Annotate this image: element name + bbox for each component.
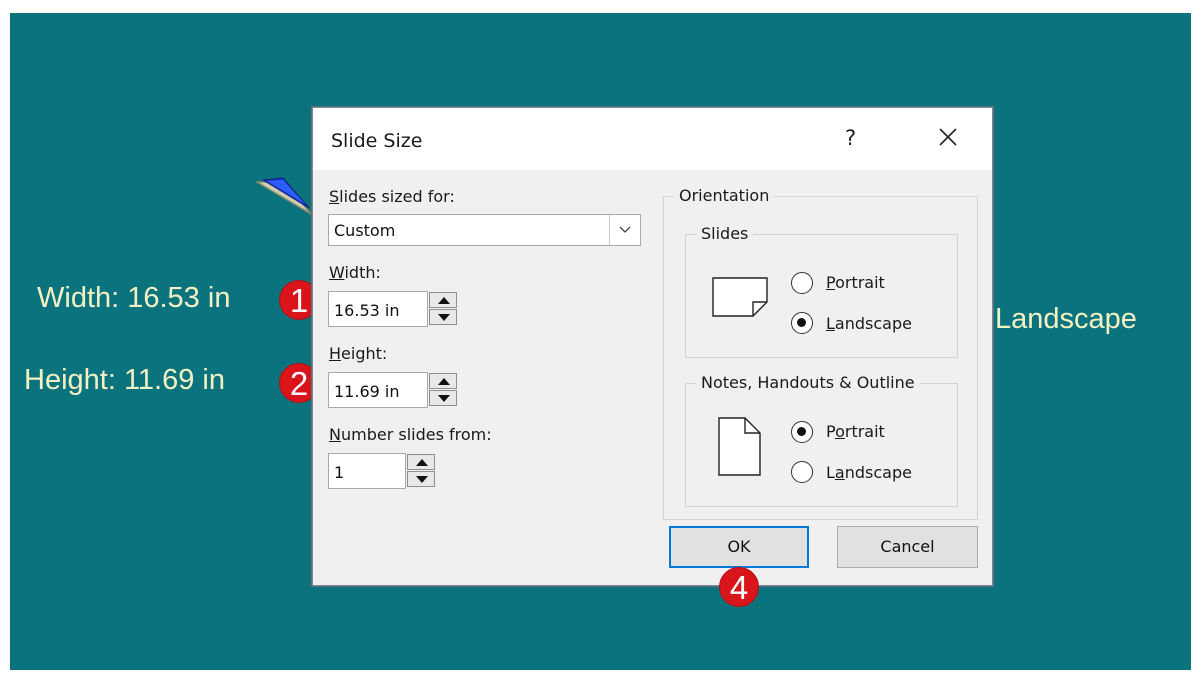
arrow-up-icon: [438, 297, 450, 304]
help-button[interactable]: ?: [845, 126, 856, 150]
width-field[interactable]: 16.53 in: [328, 291, 428, 327]
orientation-group: Orientation Slides Portrait Landscape No…: [663, 186, 978, 520]
width-up-button[interactable]: [429, 292, 457, 308]
cancel-button[interactable]: Cancel: [837, 526, 978, 568]
pointer-arrow-icon: [255, 177, 312, 215]
number-up-button[interactable]: [407, 454, 435, 470]
slides-sized-for-value: Custom: [334, 221, 396, 240]
number-slides-from-label: Number slides from:: [329, 425, 492, 444]
notes-group-title: Notes, Handouts & Outline: [696, 373, 920, 392]
slides-portrait-label[interactable]: Portrait: [826, 273, 885, 292]
width-callout: Width: 16.53 in: [37, 282, 231, 314]
width-down-button[interactable]: [429, 309, 457, 325]
dialog-titlebar: Slide Size ?: [313, 108, 992, 170]
slides-landscape-label[interactable]: Landscape: [826, 314, 912, 333]
slides-group: Slides Portrait Landscape: [685, 224, 958, 358]
height-callout: Height: 11.69 in: [24, 364, 225, 396]
landscape-callout: Landscape: [995, 303, 1137, 335]
height-down-button[interactable]: [429, 390, 457, 406]
arrow-down-icon: [416, 476, 428, 483]
notes-landscape-radio[interactable]: [791, 461, 813, 483]
number-down-button[interactable]: [407, 471, 435, 487]
ok-button[interactable]: OK: [669, 526, 809, 568]
arrow-down-icon: [438, 395, 450, 402]
width-stepper: [429, 291, 459, 327]
height-field[interactable]: 11.69 in: [328, 372, 428, 408]
landscape-page-icon: [712, 277, 768, 317]
slides-group-title: Slides: [696, 224, 754, 243]
dropdown-button[interactable]: [609, 215, 640, 245]
slides-portrait-radio[interactable]: [791, 272, 813, 294]
slides-sized-for-dropdown[interactable]: Custom: [328, 214, 641, 246]
badge-4: 4: [719, 567, 759, 607]
portrait-page-icon: [718, 417, 761, 476]
height-up-button[interactable]: [429, 373, 457, 389]
number-stepper: [407, 453, 437, 489]
arrow-up-icon: [438, 378, 450, 385]
height-value: 11.69 in: [334, 382, 400, 401]
arrow-down-icon: [438, 314, 450, 321]
height-label: Height:: [329, 344, 388, 363]
slide-size-dialog: Slide Size ? Slides sized for: Custom Wi…: [312, 107, 993, 586]
notes-portrait-radio[interactable]: [791, 421, 813, 443]
number-slides-from-value: 1: [334, 463, 345, 482]
orientation-title: Orientation: [674, 186, 775, 205]
number-slides-from-field[interactable]: 1: [328, 453, 406, 489]
notes-group: Notes, Handouts & Outline Portrait Lands…: [685, 373, 958, 507]
notes-landscape-label[interactable]: Landscape: [826, 463, 912, 482]
arrow-up-icon: [416, 459, 428, 466]
dialog-title: Slide Size: [331, 130, 423, 152]
slides-sized-for-label: Slides sized for:: [329, 187, 455, 206]
width-value: 16.53 in: [334, 301, 400, 320]
chevron-down-icon: [619, 226, 631, 233]
notes-portrait-label[interactable]: Portrait: [826, 422, 885, 441]
height-stepper: [429, 372, 459, 408]
width-label: Width:: [329, 263, 381, 282]
close-icon[interactable]: [933, 122, 963, 152]
slides-landscape-radio[interactable]: [791, 312, 813, 334]
